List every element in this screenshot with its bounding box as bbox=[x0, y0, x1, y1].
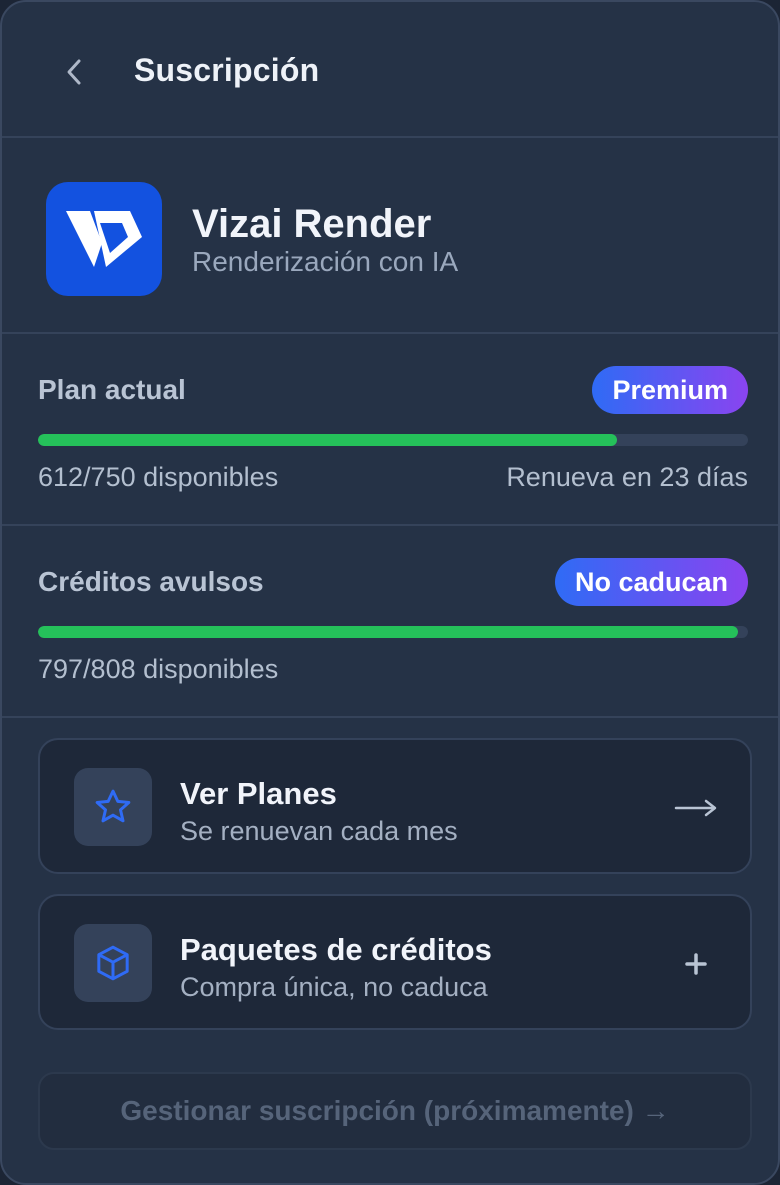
plan-available: 612/750 disponibles bbox=[38, 462, 279, 492]
header: Suscripción bbox=[2, 2, 778, 138]
card-action[interactable] bbox=[674, 788, 718, 828]
manage-subscription-button[interactable]: Gestionar suscripción (próximamente) → bbox=[38, 1072, 752, 1150]
app-logo bbox=[46, 182, 162, 296]
app-subtitle: Renderización con IA bbox=[192, 246, 459, 277]
vizai-logo-icon bbox=[66, 211, 142, 267]
card-action[interactable] bbox=[674, 944, 718, 984]
credits-badge: No caducan bbox=[554, 558, 748, 606]
cube-icon bbox=[97, 945, 129, 981]
credits-progress-track bbox=[38, 626, 748, 638]
plan-title: Plan actual bbox=[38, 374, 186, 405]
app-name: Vizai Render bbox=[192, 202, 432, 246]
page-title: Suscripción bbox=[134, 52, 320, 88]
star-icon bbox=[95, 789, 131, 823]
arrow-right-icon bbox=[674, 799, 717, 817]
card-icon-box bbox=[74, 768, 152, 846]
credit-packages-card[interactable]: Paquetes de créditos Compra única, no ca… bbox=[38, 894, 752, 1030]
credits-available: 797/808 disponibles bbox=[38, 654, 279, 684]
plan-progress-track bbox=[38, 434, 748, 446]
back-button[interactable] bbox=[54, 50, 94, 94]
credits-section: Créditos avulsos No caducan 797/808 disp… bbox=[2, 526, 778, 718]
plan-renew-text: Renueva en 23 días bbox=[506, 462, 748, 492]
card-subtitle: Compra única, no caduca bbox=[180, 972, 488, 1002]
credits-progress-fill bbox=[38, 626, 739, 638]
card-subtitle: Se renuevan cada mes bbox=[180, 816, 458, 846]
plan-badge: Premium bbox=[592, 366, 748, 414]
chevron-left-icon bbox=[67, 59, 81, 85]
credits-title: Créditos avulsos bbox=[38, 566, 264, 597]
subscription-panel: Suscripción Vizai Render Renderización c… bbox=[0, 0, 780, 1185]
view-plans-card[interactable]: Ver Planes Se renuevan cada mes bbox=[38, 738, 752, 874]
plus-icon bbox=[685, 953, 707, 975]
app-info: Vizai Render Renderización con IA bbox=[2, 138, 778, 334]
current-plan-section: Plan actual Premium 612/750 disponibles … bbox=[2, 334, 778, 526]
card-icon-box bbox=[74, 924, 152, 1002]
card-title: Ver Planes bbox=[180, 776, 337, 811]
card-title: Paquetes de créditos bbox=[180, 932, 492, 967]
plan-progress-fill bbox=[38, 434, 618, 446]
